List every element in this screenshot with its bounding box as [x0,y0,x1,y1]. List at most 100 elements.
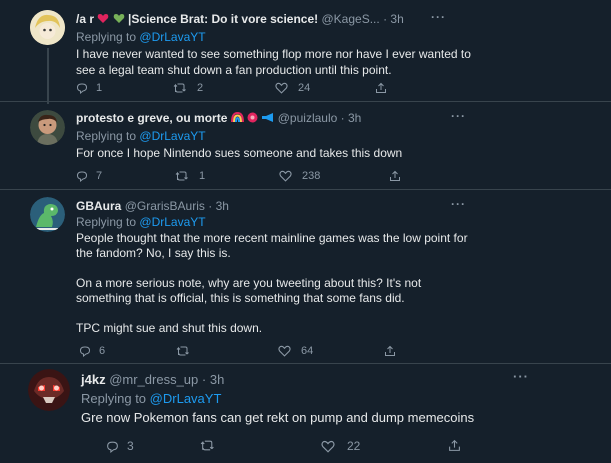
reply-button[interactable]: 1 [76,82,102,94]
rainbow-emoji-icon [230,111,244,126]
like-button[interactable]: 22 [321,439,360,453]
tweet-text-line: For once I hope Nintendo sues someone an… [76,146,403,160]
more-options-icon[interactable]: ··· [431,10,446,24]
heart-icon [321,440,335,453]
author-name[interactable]: j4kz [81,372,106,387]
thread-line [47,48,49,104]
tweet-header: protesto e greve, ou morte @puizlaulo · … [76,111,361,126]
share-icon [449,439,460,451]
avatar[interactable] [30,197,65,232]
heart-icon [275,82,288,94]
author-handle[interactable]: @puizlaulo [278,111,338,125]
timestamp[interactable]: 3h [348,111,361,125]
tweet-text-line [76,261,576,276]
retweet-count: 2 [197,82,204,94]
avatar[interactable] [30,10,65,45]
author-name[interactable]: protesto e greve, ou morte [76,111,227,125]
reply-icon [79,346,91,357]
tweet-header: GBAura @GrarisBAuris · 3h [76,199,229,213]
tweet-1[interactable]: /a r |Science Brat: Do it vore science! … [0,0,611,104]
replying-to-label: Replying to [76,129,137,143]
tweet-4[interactable]: j4kz @mr_dress_up · 3h ··· Replying to @… [0,364,611,463]
retweet-button[interactable]: 2 [173,82,203,94]
timestamp[interactable]: 3h [216,199,229,213]
more-options-icon[interactable]: ··· [513,369,529,384]
reply-count: 7 [96,170,103,182]
tweet-text: Gre now Pokemon fans can get rekt on pum… [81,409,581,427]
author-name-suffix[interactable]: |Science Brat: Do it vore science! [128,12,318,26]
tweet-3[interactable]: GBAura @GrarisBAuris · 3h ··· Replying t… [0,190,611,362]
retweet-button[interactable] [176,345,190,357]
tweet-text: People thought that the more recent main… [76,231,576,336]
green-heart-emoji-icon [113,13,125,27]
tweet-text-line: I have never wanted to see something flo… [76,47,471,61]
separator: · [383,12,388,26]
reply-button[interactable]: 3 [106,439,134,453]
timestamp[interactable]: 3h [210,372,224,387]
replying-to-mention[interactable]: @DrLavaYT [139,215,205,229]
replying-to-label: Replying to [81,391,147,406]
reply-count: 6 [99,345,106,357]
retweet-button[interactable]: 1 [175,170,205,182]
like-button[interactable]: 238 [279,170,320,182]
share-icon [376,82,386,93]
tweet-text: I have never wanted to see something flo… [76,46,576,78]
retweet-icon [200,440,214,451]
replying-to-mention[interactable]: @DrLavaYT [139,129,205,143]
share-button[interactable] [448,439,461,452]
author-handle[interactable]: @GrarisBAuris [125,199,205,213]
reply-icon [76,83,88,94]
author-handle[interactable]: @mr_dress_up [109,372,198,387]
separator: · [208,199,213,213]
share-icon [385,345,395,356]
heart-icon [278,345,291,357]
like-count: 24 [298,82,311,94]
reply-icon [76,171,88,182]
separator: · [201,372,207,387]
author-handle[interactable]: @KageS... [322,12,380,26]
share-button[interactable] [384,345,396,357]
more-options-icon[interactable]: ··· [451,197,466,211]
more-options-icon[interactable]: ··· [451,109,466,123]
author-name[interactable]: /a r [76,12,94,26]
retweet-icon [175,171,188,181]
replying-to: Replying to @DrLavaYT [81,391,221,406]
reply-count: 3 [127,439,134,453]
tweet-text-line: the fandom? No, I say this is. [76,246,231,260]
tweet-header: j4kz @mr_dress_up · 3h [81,372,224,387]
reply-button[interactable]: 7 [76,170,102,182]
like-button[interactable]: 24 [275,82,310,94]
author-name[interactable]: GBAura [76,199,121,213]
heart-emoji-icon [97,13,109,27]
replying-to-label: Replying to [76,30,137,44]
tweet-2[interactable]: protesto e greve, ou morte @puizlaulo · … [0,102,611,188]
tweet-text-line: TPC might sue and shut this down. [76,321,263,335]
tweet-text-line: something that is official, this is some… [76,291,405,305]
share-button[interactable] [375,82,387,94]
share-icon [390,170,400,181]
tweet-header: /a r |Science Brat: Do it vore science! … [76,12,404,27]
avatar[interactable] [30,110,65,145]
avatar[interactable] [28,369,70,411]
tweet-text-line: People thought that the more recent main… [76,231,468,245]
replying-to: Replying to @DrLavaYT [76,129,206,143]
reply-icon [107,441,118,453]
retweet-icon [173,83,186,93]
tweet-text-line [76,306,576,321]
timestamp[interactable]: 3h [390,12,403,26]
retweet-count: 1 [199,170,206,182]
retweet-button[interactable] [200,439,215,452]
replying-to-mention[interactable]: @DrLavaYT [150,391,222,406]
like-button[interactable]: 64 [278,345,313,357]
replying-to-mention[interactable]: @DrLavaYT [139,30,205,44]
like-count: 22 [347,439,361,453]
replying-to: Replying to @DrLavaYT [76,215,206,229]
share-button[interactable] [389,170,401,182]
replying-to: Replying to @DrLavaYT [76,30,206,44]
like-count: 64 [301,345,314,357]
tweet-text-line: see a legal team shut down a fan product… [76,63,392,77]
heart-icon [279,170,292,182]
reply-button[interactable]: 6 [79,345,105,357]
reply-count: 1 [96,82,103,94]
replying-to-label: Replying to [76,215,137,229]
